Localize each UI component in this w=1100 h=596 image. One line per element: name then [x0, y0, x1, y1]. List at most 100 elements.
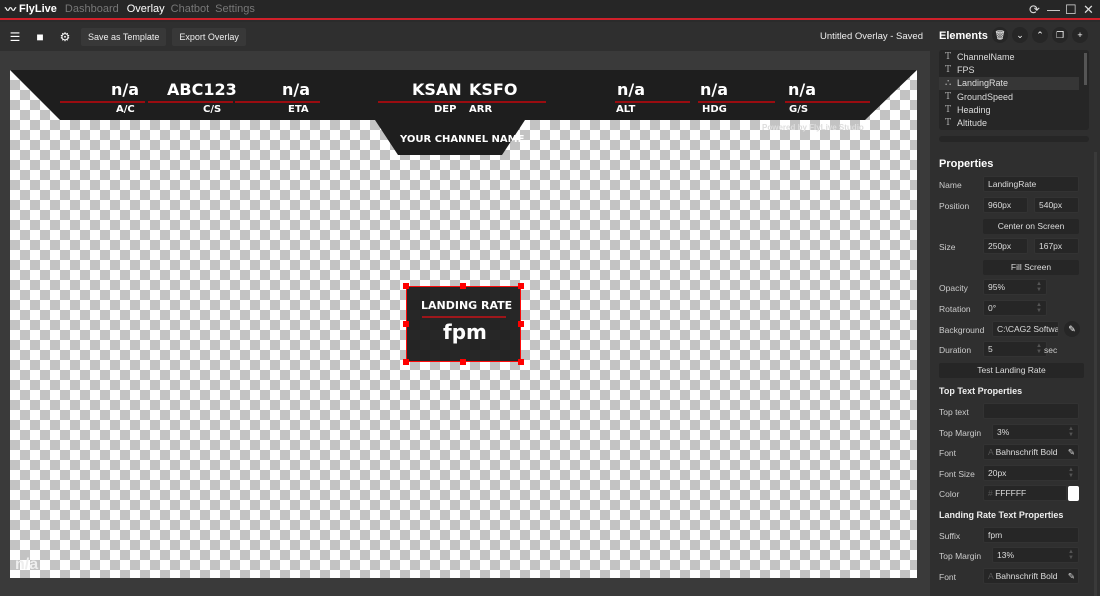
opacity-value: 95%	[988, 282, 1006, 292]
font-size-value: 20px	[988, 468, 1007, 478]
position-y-input[interactable]: 540px	[1034, 197, 1079, 213]
resize-handle[interactable]	[403, 321, 409, 327]
list-item[interactable]: T Altitude	[939, 116, 1089, 129]
chevron-down-icon[interactable]: ⌄	[1012, 27, 1028, 43]
name-input[interactable]: LandingRate	[983, 176, 1079, 192]
editor-stage: n/a A/C ABC123 C/S n/a ETA KSAN DEP KSFO…	[0, 51, 930, 596]
spinner-icon[interactable]: ▲ ▼	[1036, 343, 1044, 355]
close-icon[interactable]: ✕	[1083, 2, 1094, 18]
lr-font-label: Font	[939, 572, 957, 582]
lr-font-input[interactable]: A Bahnschrift Bold ✎	[983, 568, 1079, 584]
list-item[interactable]: T FPS	[939, 63, 1089, 76]
width-input[interactable]: 250px	[983, 238, 1028, 254]
top-text-input[interactable]	[983, 403, 1079, 419]
height-input[interactable]: 167px	[1034, 238, 1079, 254]
position-x-input[interactable]: 960px	[983, 197, 1028, 213]
aircraft-label: A/C	[116, 104, 135, 115]
nav-dashboard[interactable]: Dashboard	[65, 3, 119, 15]
duplicate-icon[interactable]: ❐	[1052, 27, 1068, 43]
landing-rate-value: fpm	[443, 320, 487, 344]
resize-handle[interactable]	[460, 359, 466, 365]
opacity-input[interactable]: 95% ▲ ▼	[983, 279, 1047, 295]
panel-scrollbar[interactable]	[1094, 152, 1097, 596]
duration-input[interactable]: 5 ▲ ▼	[983, 341, 1047, 357]
list-icon[interactable]: ☰	[5, 27, 25, 47]
font-size-input[interactable]: 20px ▲ ▼	[983, 465, 1079, 481]
powered-by-watermark: Powered by FlyLive Studio	[762, 123, 864, 132]
landing-rate-widget[interactable]: LANDING RATE fpm	[406, 286, 521, 362]
nav-settings[interactable]: Settings	[215, 3, 255, 15]
font-input[interactable]: A Bahnschrift Bold ✎	[983, 444, 1079, 460]
background-input[interactable]: C:\CAG2 Software	[992, 321, 1059, 337]
color-input[interactable]: # FFFFFF	[983, 485, 1067, 501]
landing-rate-title: LANDING RATE	[421, 299, 513, 312]
color-swatch[interactable]	[1068, 486, 1079, 501]
lr-top-margin-input[interactable]: 13% ▲ ▼	[992, 547, 1079, 563]
rotation-input[interactable]: 0° ▲ ▼	[983, 300, 1047, 316]
edit-pencil-icon[interactable]: ✎	[1068, 447, 1075, 458]
title-bar: 〰 FlyLive Dashboard Overlay Chatbot Setti…	[0, 0, 1100, 20]
elements-list: T ChannelName T FPS ⛬ LandingRate T GroundSp…	[939, 50, 1089, 130]
departure-label: DEP	[434, 104, 457, 115]
center-on-screen-button[interactable]: Center on Screen	[983, 219, 1079, 234]
minimize-icon[interactable]: —	[1047, 2, 1060, 17]
toolbar: ☰ ■ ⚙ Save as Template Export Overlay Un…	[0, 22, 930, 51]
spinner-icon[interactable]: ▲ ▼	[1036, 302, 1044, 314]
fill-screen-button[interactable]: Fill Screen	[983, 260, 1079, 275]
list-item[interactable]: ⛬ LandingRate	[939, 76, 1079, 90]
groundspeed-value: n/a	[788, 80, 817, 99]
arrival-value: KSFO	[469, 80, 518, 99]
add-icon[interactable]: +	[1072, 27, 1088, 43]
resize-handle[interactable]	[460, 283, 466, 289]
list-item[interactable]: T GroundSpeed	[939, 90, 1089, 103]
resize-handle[interactable]	[403, 283, 409, 289]
list-item[interactable]: T ChannelName	[939, 50, 1089, 63]
spinner-icon[interactable]: ▲ ▼	[1036, 281, 1044, 293]
nav-chatbot[interactable]: Chatbot	[171, 3, 210, 15]
resize-handle[interactable]	[518, 283, 524, 289]
channel-name[interactable]: YOUR CHANNEL NAME	[400, 134, 524, 145]
suffix-input[interactable]: fpm	[983, 527, 1079, 543]
top-text-heading: Top Text Properties	[939, 386, 1023, 396]
edit-pencil-icon[interactable]: ✎	[1064, 321, 1080, 337]
signal-icon: 〰	[5, 4, 16, 16]
font-value: Bahnschrift Bold	[995, 447, 1058, 457]
fps-text[interactable]: n/a	[15, 556, 38, 574]
resize-handle[interactable]	[403, 359, 409, 365]
resize-handle[interactable]	[518, 359, 524, 365]
top-text-label: Top text	[939, 407, 969, 417]
list-item[interactable]: T Heading	[939, 103, 1089, 116]
list-scrollbar[interactable]	[1084, 53, 1087, 85]
chevron-up-icon[interactable]: ⌃	[1032, 27, 1048, 43]
duration-value: 5	[988, 344, 993, 354]
save-icon[interactable]: ■	[30, 27, 50, 47]
edit-pencil-icon[interactable]: ✎	[1068, 571, 1075, 582]
right-panel: Elements 🗑 ⌄ ⌃ ❐ + T ChannelName T FPS ⛬ La…	[930, 22, 1100, 596]
maximize-icon[interactable]: ☐	[1065, 2, 1077, 18]
suffix-label: Suffix	[939, 531, 961, 541]
top-banner[interactable]	[10, 70, 917, 170]
overlay-canvas[interactable]: n/a A/C ABC123 C/S n/a ETA KSAN DEP KSFO…	[10, 70, 917, 578]
font-size-label: Font Size	[939, 469, 975, 479]
resize-handle[interactable]	[518, 321, 524, 327]
document-title: Untitled Overlay - Saved	[820, 31, 923, 42]
nav-overlay[interactable]: Overlay	[127, 3, 165, 15]
spinner-icon[interactable]: ▲ ▼	[1068, 467, 1076, 479]
elements-heading: Elements	[939, 30, 988, 42]
duration-label: Duration	[939, 345, 972, 355]
spinner-icon[interactable]: ▲ ▼	[1068, 426, 1076, 438]
top-margin-input[interactable]: 3% ▲ ▼	[992, 424, 1079, 440]
gear-icon[interactable]: ⚙	[55, 27, 75, 47]
trash-icon[interactable]: 🗑	[992, 27, 1008, 43]
position-label: Position	[939, 201, 970, 211]
spinner-icon[interactable]: ▲ ▼	[1068, 549, 1076, 561]
text-icon: T	[945, 91, 952, 102]
export-overlay-button[interactable]: Export Overlay	[172, 27, 246, 46]
callsign-label: C/S	[203, 104, 222, 115]
test-landing-rate-button[interactable]: Test Landing Rate	[939, 363, 1084, 378]
refresh-icon[interactable]: ⟳	[1029, 2, 1040, 18]
save-as-template-button[interactable]: Save as Template	[81, 27, 167, 46]
splitter-handle[interactable]	[939, 136, 1089, 142]
name-label: Name	[939, 180, 962, 190]
lr-top-margin-value: 13%	[997, 550, 1015, 560]
